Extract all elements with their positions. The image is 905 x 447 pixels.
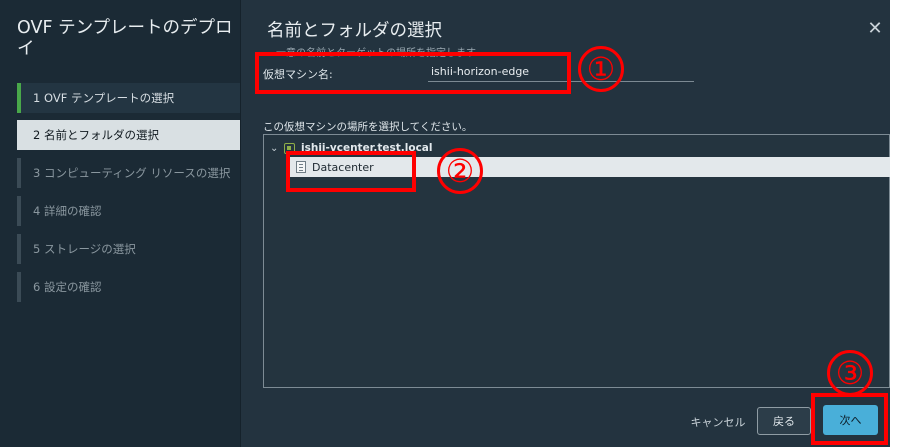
annotation-box-1 xyxy=(255,52,571,94)
back-button[interactable]: 戻る xyxy=(757,407,811,435)
step-compute-resource: 3 コンピューティング リソースの選択 xyxy=(17,158,240,188)
wizard-title: OVF テンプレートのデプロイ xyxy=(17,18,233,59)
page-title: 名前とフォルダの選択 xyxy=(267,21,442,41)
wizard-sidebar: OVF テンプレートのデプロイ 1 OVF テンプレートの選択 2 名前とフォル… xyxy=(0,0,241,447)
annotation-box-2 xyxy=(286,151,416,192)
step-select-storage: 5 ストレージの選択 xyxy=(17,234,240,264)
chevron-down-icon[interactable]: ⌄ xyxy=(270,143,284,154)
step-name-and-folder[interactable]: 2 名前とフォルダの選択 xyxy=(17,120,240,150)
annotation-number-1: ① xyxy=(578,46,624,92)
close-icon[interactable]: ✕ xyxy=(866,20,884,38)
cancel-button[interactable]: キャンセル xyxy=(686,410,750,434)
step-select-ovf-template[interactable]: 1 OVF テンプレートの選択 xyxy=(17,83,240,113)
annotation-number-2: ② xyxy=(437,148,483,194)
step-review-settings: 6 設定の確認 xyxy=(17,272,240,302)
location-label: この仮想マシンの場所を選択してください。 xyxy=(263,121,473,133)
step-review-details: 4 詳細の確認 xyxy=(17,196,240,226)
annotation-box-3 xyxy=(811,393,888,445)
annotation-number-3: ③ xyxy=(827,350,873,396)
